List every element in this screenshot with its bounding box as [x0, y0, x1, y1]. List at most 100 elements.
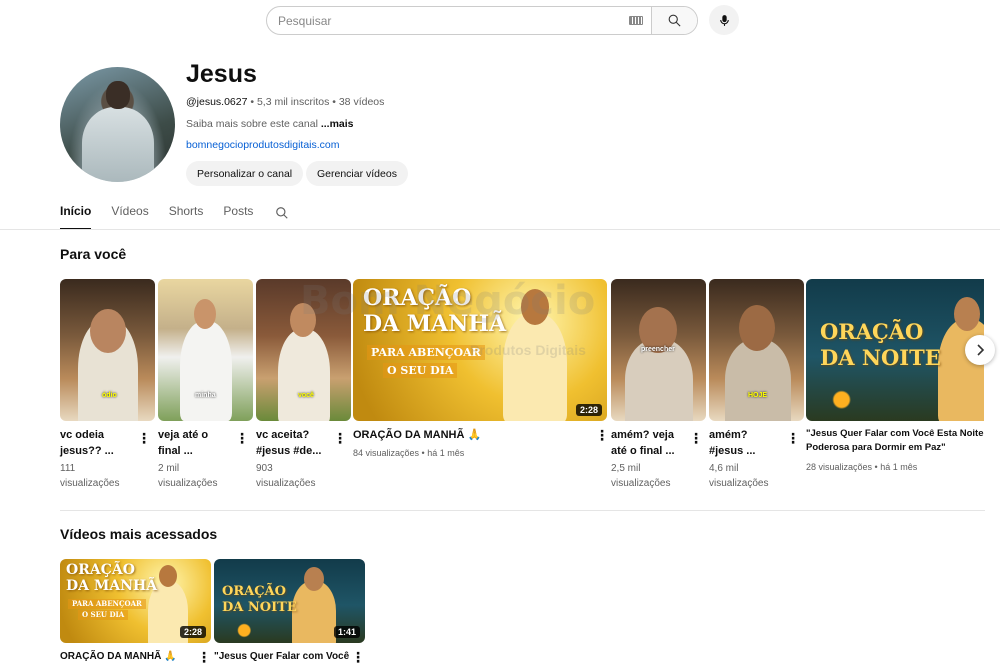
video-thumbnail[interactable]: HOJE	[709, 279, 804, 421]
video-title-line: vc odeia	[60, 429, 105, 441]
more-vert-icon[interactable]: ⋮	[351, 650, 365, 664]
channel-avatar[interactable]	[60, 67, 175, 182]
video-title-line: #jesus ...	[709, 445, 756, 457]
section-title-most-viewed: Vídeos mais acessados	[60, 526, 218, 542]
video-title-line: amém? veja	[611, 429, 674, 441]
duration-badge: 1:41	[333, 626, 360, 638]
video-title-line: #jesus #de...	[256, 445, 322, 457]
search-input[interactable]: Pesquisar	[267, 7, 651, 34]
video-title-line: até o final ...	[611, 445, 675, 457]
customize-channel-button[interactable]: Personalizar o canal	[186, 161, 304, 186]
search-placeholder: Pesquisar	[278, 13, 332, 28]
tab-posts[interactable]: Posts	[223, 204, 253, 230]
video-thumbnail[interactable]: preencher	[611, 279, 706, 421]
video-meta: 903 visualizações	[256, 461, 315, 491]
video-title-line: final ...	[158, 445, 193, 457]
keyboard-icon[interactable]	[629, 16, 643, 25]
thumbnail-subtitle-line: PARA ABENÇOAR	[68, 599, 146, 610]
tab-shorts[interactable]: Shorts	[169, 204, 204, 230]
video-title[interactable]: amém? #jesus ...	[709, 427, 755, 459]
thumbnail-title-line: ORAÇÃO	[222, 584, 286, 599]
video-views: 4,6 mil	[709, 463, 739, 474]
video-title[interactable]: "Jesus Quer Falar com Você	[214, 649, 349, 665]
search-icon	[668, 14, 681, 27]
thumbnail-title-line: ORAÇÃO	[820, 319, 924, 344]
video-views: 2,5 mil	[611, 463, 641, 474]
channel-videos-count: 38 vídeos	[338, 96, 385, 108]
thumbnail-title-line: DA MANHÃ	[66, 578, 158, 594]
video-meta: 28 visualizações • há 1 mês	[806, 462, 918, 472]
avatar-head	[106, 81, 130, 109]
video-views: 2 mil	[158, 463, 180, 474]
video-thumbnail[interactable]: ORAÇÃO DA MANHÃ PARA ABENÇOAR O SEU DIA …	[60, 559, 211, 643]
more-vert-icon[interactable]: ⋮	[595, 428, 609, 442]
meta-separator: •	[332, 96, 339, 108]
video-views: 111	[60, 463, 76, 474]
meta-separator: •	[250, 96, 257, 108]
video-meta: 111 visualizações	[60, 461, 119, 491]
video-title[interactable]: vc aceita? #jesus #de...	[256, 427, 321, 459]
video-meta: 84 visualizações • há 1 mês	[353, 448, 465, 458]
thumbnail-title-line: ORAÇÃO	[66, 562, 135, 578]
mic-button[interactable]	[709, 5, 739, 35]
video-title-line: vc aceita?	[256, 429, 310, 441]
video-title[interactable]: vc odeia jesus?? ...	[60, 427, 114, 459]
carousel-next-button[interactable]	[965, 335, 995, 365]
channel-name: Jesus	[186, 60, 257, 88]
more-vert-icon[interactable]: ⋮	[333, 431, 347, 445]
video-thumbnail[interactable]: ORAÇÃO DA NOITE	[806, 279, 984, 421]
more-vert-icon[interactable]: ⋮	[689, 431, 703, 445]
channel-about[interactable]: Saiba mais sobre este canal ...mais	[186, 118, 354, 130]
search-button[interactable]	[651, 7, 697, 34]
video-thumbnail[interactable]: ódio	[60, 279, 155, 421]
avatar-figure	[82, 107, 154, 182]
section-divider	[60, 510, 985, 511]
video-thumbnail[interactable]: minha	[158, 279, 253, 421]
video-thumbnail[interactable]: ORAÇÃO DA NOITE 1:41	[214, 559, 365, 643]
thumbnail-caption: você	[298, 392, 314, 399]
video-title-line: veja até o	[158, 429, 209, 441]
thumbnail-caption: minha	[195, 392, 216, 399]
more-vert-icon[interactable]: ⋮	[197, 650, 211, 664]
video-title[interactable]: "Jesus Quer Falar com Você Esta Noite Po…	[806, 427, 998, 455]
section-title-for-you: Para você	[60, 246, 127, 262]
channel-subscribers: 5,3 mil inscritos	[256, 96, 330, 108]
video-meta: 4,6 mil visualizações	[709, 461, 768, 491]
video-meta: 2 mil visualizações	[158, 461, 217, 491]
search-box[interactable]: Pesquisar	[266, 6, 698, 35]
more-vert-icon[interactable]: ⋮	[786, 431, 800, 445]
thumbnail-caption: HOJE	[748, 392, 768, 399]
video-views-label: visualizações	[709, 478, 769, 489]
video-title-line: "Jesus Quer Falar com Você Esta Noite	[806, 428, 984, 439]
tab-inicio[interactable]: Início	[60, 204, 92, 230]
duration-badge: 2:28	[179, 626, 206, 638]
tab-videos[interactable]: Vídeos	[111, 204, 148, 230]
more-vert-icon[interactable]: ⋮	[137, 431, 151, 445]
video-title-line: amém?	[709, 429, 748, 441]
tabs-divider	[0, 229, 1000, 230]
channel-link[interactable]: bomnegocioprodutosdigitais.com	[186, 139, 340, 151]
manage-videos-button[interactable]: Gerenciar vídeos	[306, 161, 408, 186]
thumbnail-subtitle-line: O SEU DIA	[383, 363, 458, 379]
video-title-line: jesus?? ...	[60, 445, 114, 457]
video-title[interactable]: ORAÇÃO DA MANHÃ 🙏	[353, 427, 481, 443]
about-text: Saiba mais sobre este canal	[186, 118, 318, 130]
video-title[interactable]: ORAÇÃO DA MANHÃ 🙏	[60, 649, 177, 665]
more-vert-icon[interactable]: ⋮	[235, 431, 249, 445]
watermark-text: Bom Negócio	[300, 278, 596, 324]
channel-meta: @jesus.0627 • 5,3 mil inscritos • 38 víd…	[186, 96, 384, 108]
video-views-label: visualizações	[60, 478, 120, 489]
video-views-label: visualizações	[158, 478, 218, 489]
thumbnail-title-line: DA NOITE	[222, 600, 297, 615]
thumbnail-subtitle-line: O SEU DIA	[78, 610, 129, 621]
channel-search-icon[interactable]	[275, 206, 289, 220]
chevron-right-icon	[977, 344, 985, 356]
video-title[interactable]: veja até o final ...	[158, 427, 208, 459]
video-views-label: visualizações	[256, 478, 316, 489]
about-more[interactable]: ...mais	[321, 118, 354, 130]
video-title[interactable]: amém? veja até o final ...	[611, 427, 675, 459]
duration-badge: 2:28	[575, 404, 602, 416]
mic-icon	[719, 14, 729, 26]
channel-handle: @jesus.0627	[186, 96, 248, 108]
thumbnail-subtitle-line: PARA ABENÇOAR	[367, 345, 485, 361]
